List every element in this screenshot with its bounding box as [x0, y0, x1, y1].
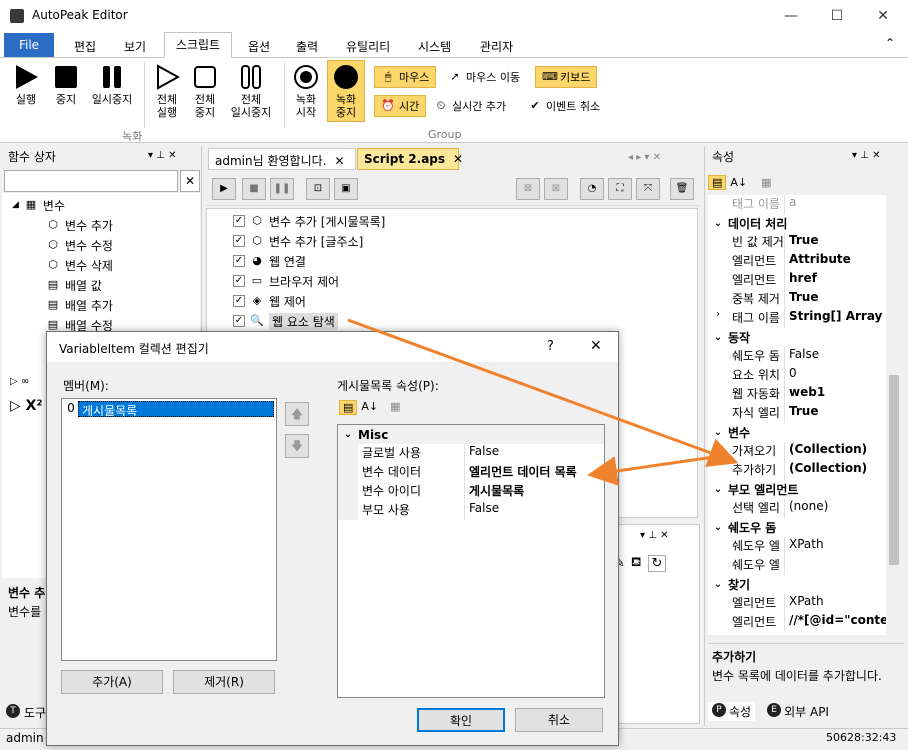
- annotation-arrows: [347, 318, 739, 486]
- annotation-arrow: [347, 318, 739, 467]
- annotation-arrow: [587, 453, 729, 486]
